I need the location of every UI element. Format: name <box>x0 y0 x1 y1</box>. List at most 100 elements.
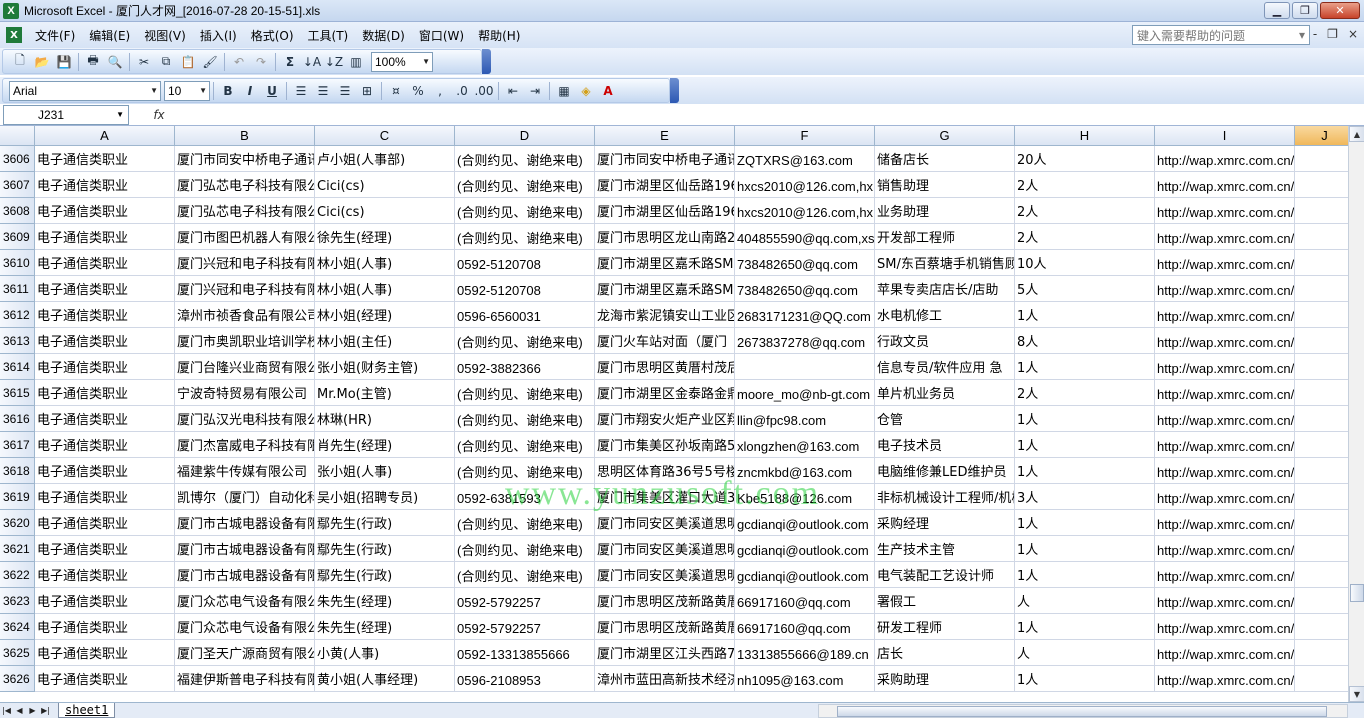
autosum-icon[interactable]: Σ <box>279 52 301 72</box>
cell-i[interactable]: http://wap.xmrc.com.cn/Wap/Info <box>1155 562 1295 588</box>
cell-c[interactable]: 鄢先生(行政) <box>315 562 455 588</box>
cell-j[interactable] <box>1295 614 1348 640</box>
cell-h[interactable]: 1人 <box>1015 562 1155 588</box>
cell-d[interactable]: (合则约见、谢绝来电) <box>455 536 595 562</box>
cell-c[interactable]: 林琳(HR) <box>315 406 455 432</box>
cell-g[interactable]: 行政文员 <box>875 328 1015 354</box>
prev-sheet-icon[interactable]: ◀ <box>13 706 26 715</box>
cell-e[interactable]: 厦门市湖里区仙岳路196 <box>595 198 735 224</box>
cell-b[interactable]: 厦门市古城电器设备有限 <box>175 510 315 536</box>
cell-d[interactable]: 0592-13313855666 <box>455 640 595 666</box>
cell-b[interactable]: 厦门兴冠和电子科技有限 <box>175 250 315 276</box>
cell-f[interactable]: xlongzhen@163.com <box>735 432 875 458</box>
cell-j[interactable] <box>1295 536 1348 562</box>
cell-g[interactable]: 仓管 <box>875 406 1015 432</box>
row-header[interactable]: 3607 <box>0 172 35 198</box>
cell-b[interactable]: 厦门弘芯电子科技有限公 <box>175 172 315 198</box>
cell-e[interactable]: 漳州市蓝田高新技术经济 <box>595 666 735 692</box>
toolbar-options-icon[interactable] <box>670 78 679 103</box>
cell-a[interactable]: 电子通信类职业 <box>35 146 175 172</box>
cell-c[interactable]: Cici(cs) <box>315 198 455 224</box>
cell-a[interactable]: 电子通信类职业 <box>35 510 175 536</box>
cell-d[interactable]: 0592-5792257 <box>455 588 595 614</box>
font-size-select[interactable]: 10 ▼ <box>164 80 210 101</box>
comma-style-icon[interactable]: , <box>429 81 451 101</box>
increase-indent-icon[interactable]: ⇥ <box>524 81 546 101</box>
underline-button[interactable]: U <box>261 81 283 101</box>
cell-e[interactable]: 厦门市同安区美溪道思明 <box>595 536 735 562</box>
print-preview-icon[interactable]: 🔍 <box>104 52 126 72</box>
cell-f[interactable]: llin@fpc98.com <box>735 406 875 432</box>
cell-e[interactable]: 厦门火车站对面（厦门 <box>595 328 735 354</box>
cell-h[interactable]: 人 <box>1015 640 1155 666</box>
column-header-a[interactable]: A <box>35 126 175 146</box>
doc-minimize-icon[interactable]: - <box>1313 27 1317 41</box>
cell-h[interactable]: 1人 <box>1015 536 1155 562</box>
cell-b[interactable]: 厦门台隆兴业商贸有限公 <box>175 354 315 380</box>
cell-f[interactable]: nh1095@163.com <box>735 666 875 692</box>
borders-icon[interactable]: ▦ <box>553 81 575 101</box>
cell-f[interactable]: zncmkbd@163.com <box>735 458 875 484</box>
column-header-i[interactable]: I <box>1155 126 1295 146</box>
cell-f[interactable]: hxcs2010@126.com,hx <box>735 198 875 224</box>
italic-button[interactable]: I <box>239 81 261 101</box>
cell-f[interactable]: 404855590@qq.com,xs <box>735 224 875 250</box>
row-header[interactable]: 3625 <box>0 640 35 666</box>
vertical-scroll-thumb[interactable] <box>1350 584 1364 602</box>
cell-e[interactable]: 厦门市同安中桥电子通讯 <box>595 146 735 172</box>
cell-f[interactable]: 2683171231@QQ.com <box>735 302 875 328</box>
zoom-select[interactable]: 100% ▼ <box>371 51 433 72</box>
cell-j[interactable] <box>1295 146 1348 172</box>
insert-function-icon[interactable]: fx <box>129 105 189 125</box>
currency-icon[interactable]: ¤ <box>385 81 407 101</box>
cell-j[interactable] <box>1295 432 1348 458</box>
row-header[interactable]: 3611 <box>0 276 35 302</box>
cell-g[interactable]: 开发部工程师 <box>875 224 1015 250</box>
cell-f[interactable] <box>735 354 875 380</box>
cell-g[interactable]: 非标机械设计工程师/机械 <box>875 484 1015 510</box>
menu-tools[interactable]: 工具(T) <box>301 27 356 44</box>
undo-icon[interactable]: ↶ <box>228 52 250 72</box>
row-header[interactable]: 3615 <box>0 380 35 406</box>
scroll-down-icon[interactable]: ▼ <box>1349 686 1364 702</box>
cell-j[interactable] <box>1295 224 1348 250</box>
fill-color-icon[interactable]: ◈ <box>575 81 597 101</box>
cell-c[interactable]: 林小姐(主任) <box>315 328 455 354</box>
cell-b[interactable]: 厦门杰富威电子科技有限 <box>175 432 315 458</box>
row-header[interactable]: 3620 <box>0 510 35 536</box>
cell-i[interactable]: http://wap.xmrc.com.cn/Wap/Info <box>1155 484 1295 510</box>
font-color-icon[interactable]: A <box>597 81 619 101</box>
cell-j[interactable] <box>1295 562 1348 588</box>
cell-h[interactable]: 2人 <box>1015 380 1155 406</box>
cell-d[interactable]: (合则约见、谢绝来电) <box>455 562 595 588</box>
align-left-icon[interactable]: ☰ <box>290 81 312 101</box>
vertical-scrollbar[interactable]: ▲ ▼ <box>1348 126 1364 702</box>
cell-d[interactable]: 0592-5120708 <box>455 276 595 302</box>
cell-e[interactable]: 思明区体育路36号5号楼 <box>595 458 735 484</box>
cell-i[interactable]: http://wap.xmrc.com.cn/Wap/Info <box>1155 354 1295 380</box>
cell-j[interactable] <box>1295 510 1348 536</box>
cell-b[interactable]: 厦门市古城电器设备有限 <box>175 536 315 562</box>
cell-j[interactable] <box>1295 380 1348 406</box>
cell-i[interactable]: http://wap.xmrc.com.cn/Wap/Info <box>1155 276 1295 302</box>
cell-g[interactable]: 单片机业务员 <box>875 380 1015 406</box>
cell-f[interactable]: 13313855666@189.cn <box>735 640 875 666</box>
cell-h[interactable]: 人 <box>1015 588 1155 614</box>
cell-j[interactable] <box>1295 458 1348 484</box>
cell-i[interactable]: http://wap.xmrc.com.cn/Wap/Info <box>1155 146 1295 172</box>
cell-h[interactable]: 8人 <box>1015 328 1155 354</box>
cell-a[interactable]: 电子通信类职业 <box>35 406 175 432</box>
copy-icon[interactable]: ⧉ <box>155 52 177 72</box>
cell-d[interactable]: (合则约见、谢绝来电) <box>455 406 595 432</box>
cell-h[interactable]: 20人 <box>1015 146 1155 172</box>
cell-f[interactable]: Kbe5188@126.com <box>735 484 875 510</box>
cell-b[interactable]: 厦门众芯电气设备有限公 <box>175 614 315 640</box>
paste-icon[interactable]: 📋 <box>177 52 199 72</box>
cell-j[interactable] <box>1295 198 1348 224</box>
cell-e[interactable]: 厦门市湖里区嘉禾路SM <box>595 250 735 276</box>
percent-icon[interactable]: % <box>407 81 429 101</box>
cell-h[interactable]: 1人 <box>1015 432 1155 458</box>
cell-a[interactable]: 电子通信类职业 <box>35 380 175 406</box>
cell-a[interactable]: 电子通信类职业 <box>35 276 175 302</box>
decrease-decimal-icon[interactable]: .00 <box>473 81 495 101</box>
